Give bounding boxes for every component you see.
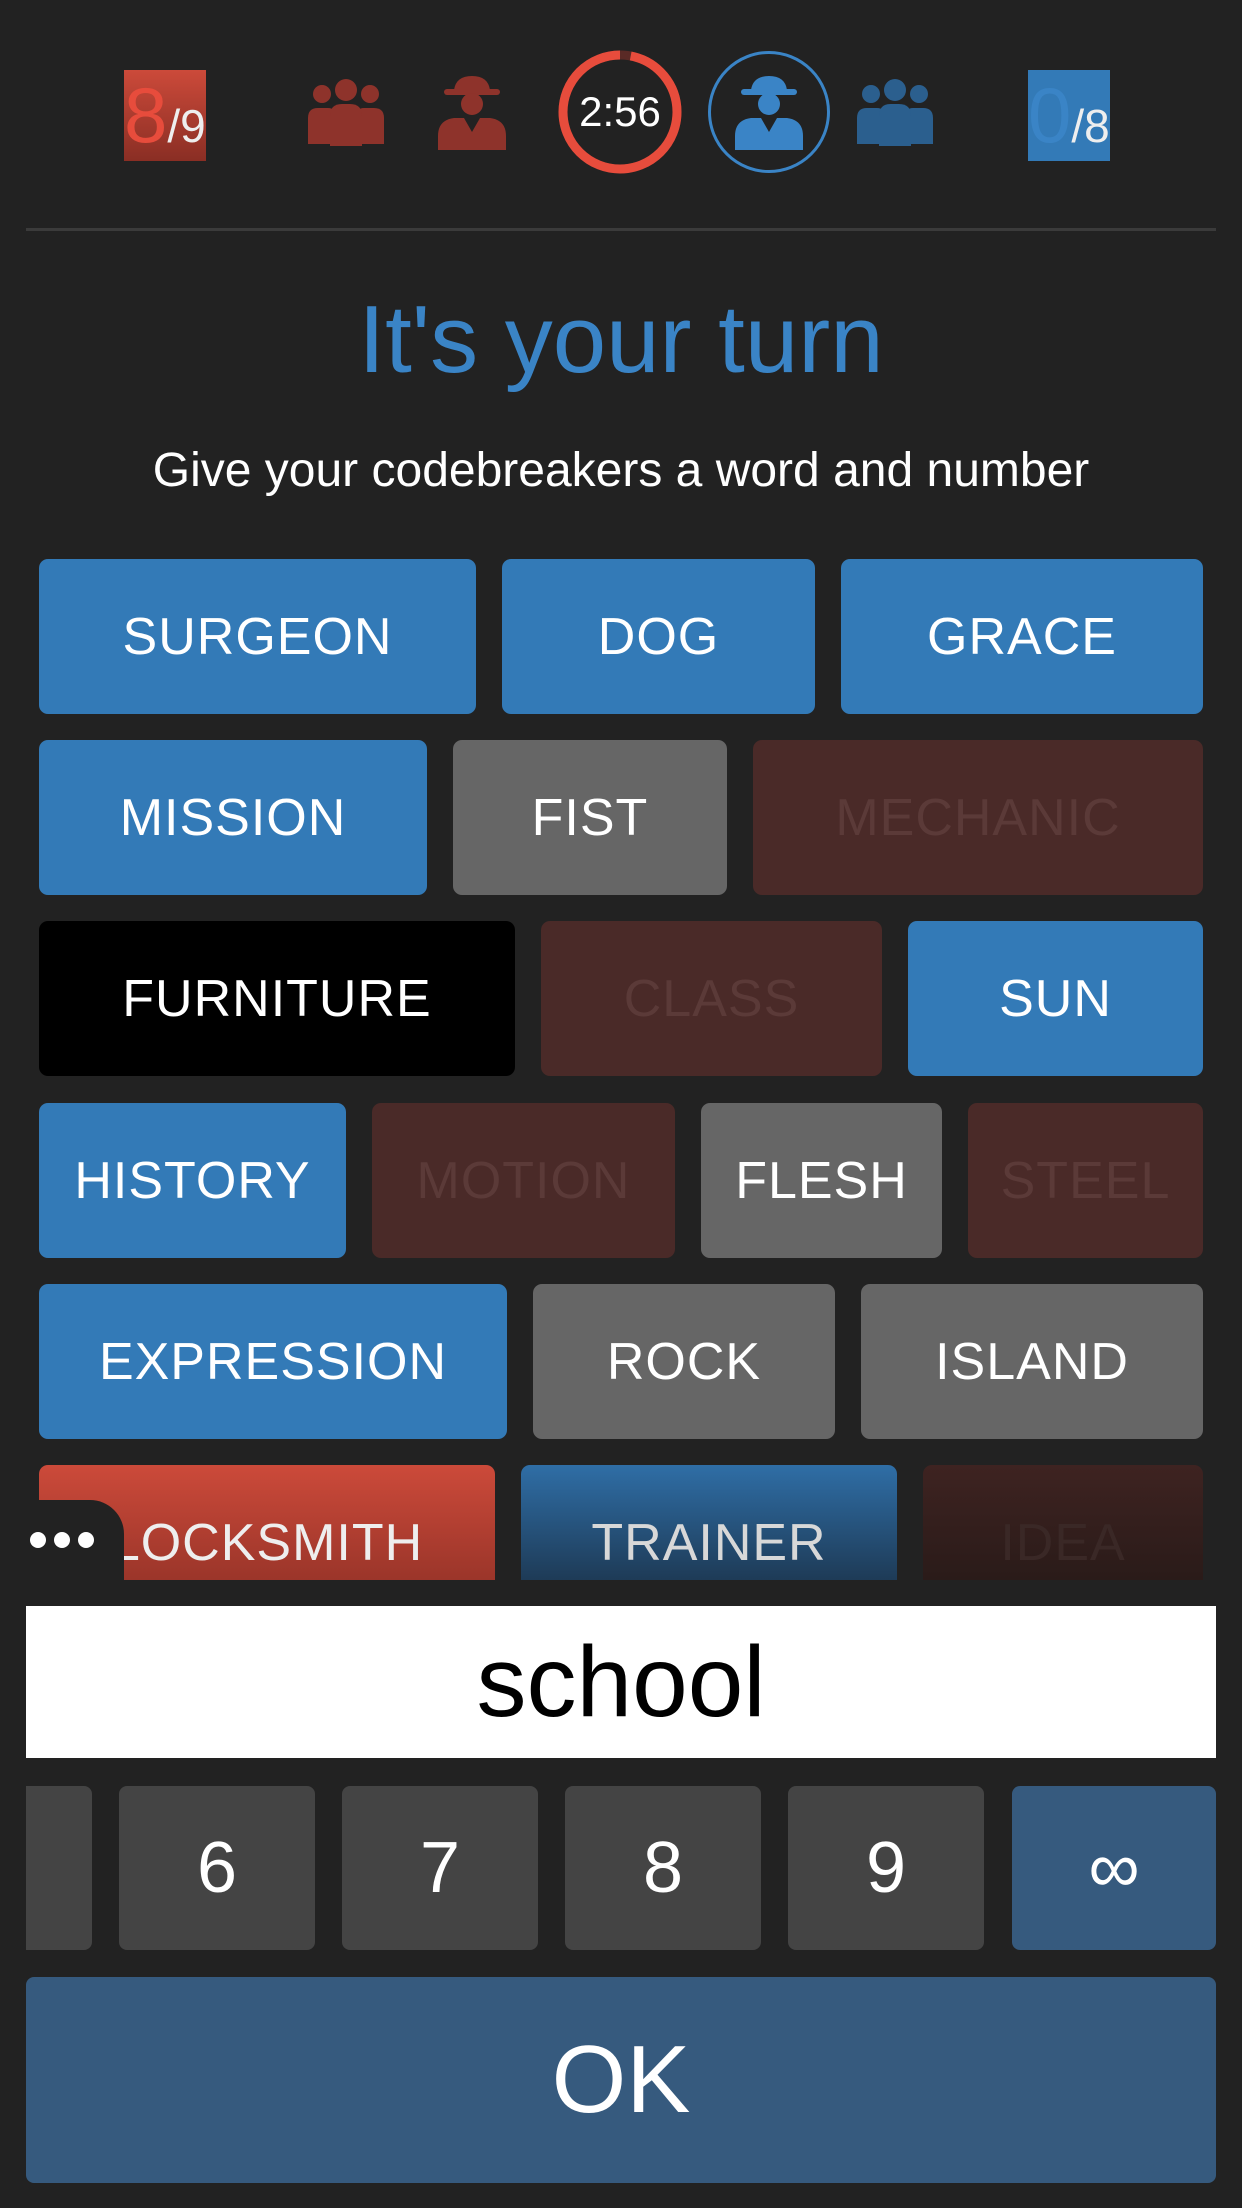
- red-score-total: /9: [167, 100, 206, 152]
- blue-score-total: /8: [1071, 100, 1110, 152]
- word-card[interactable]: SURGEON: [39, 559, 476, 714]
- ok-button[interactable]: OK: [26, 1977, 1216, 2183]
- blue-score: 0/8: [1028, 70, 1110, 161]
- number-button-partial[interactable]: [26, 1786, 92, 1950]
- word-card[interactable]: DOG: [502, 559, 815, 714]
- word-card[interactable]: HISTORY: [39, 1103, 346, 1258]
- dot-icon: [30, 1532, 46, 1548]
- dot-icon: [54, 1532, 70, 1548]
- word-card[interactable]: CLASS: [541, 921, 882, 1076]
- score-bar: 8/9 2:56 0/8: [0, 0, 1242, 230]
- number-button-6[interactable]: 6: [119, 1786, 315, 1950]
- number-button-infinity[interactable]: ∞: [1012, 1786, 1216, 1950]
- word-card[interactable]: ROCK: [533, 1284, 835, 1439]
- word-card[interactable]: FURNITURE: [39, 921, 515, 1076]
- word-card[interactable]: GRACE: [841, 559, 1203, 714]
- word-card[interactable]: MOTION: [372, 1103, 675, 1258]
- word-card[interactable]: STEEL: [968, 1103, 1203, 1258]
- red-team-icon: [308, 79, 384, 146]
- number-button-9[interactable]: 9: [788, 1786, 984, 1950]
- blue-team-icon: [857, 79, 933, 146]
- blue-spymaster-icon: [735, 76, 803, 150]
- red-score-count: 8: [124, 71, 168, 159]
- turn-title: It's your turn: [358, 286, 884, 393]
- red-spymaster-icon: [438, 76, 506, 150]
- clue-input[interactable]: [26, 1606, 1216, 1758]
- turn-subtitle: Give your codebreakers a word and number: [152, 444, 1090, 497]
- dot-icon: [78, 1532, 94, 1548]
- blue-score-count: 0: [1028, 71, 1072, 159]
- word-card[interactable]: EXPRESSION: [39, 1284, 507, 1439]
- word-card[interactable]: SUN: [908, 921, 1203, 1076]
- more-options-button[interactable]: [0, 1500, 124, 1580]
- timer-text: 2:56: [579, 88, 661, 135]
- word-card[interactable]: FIST: [453, 740, 727, 895]
- divider: [26, 228, 1216, 231]
- word-card[interactable]: MISSION: [39, 740, 427, 895]
- number-button-8[interactable]: 8: [565, 1786, 761, 1950]
- number-button-7[interactable]: 7: [342, 1786, 538, 1950]
- word-card[interactable]: MECHANIC: [753, 740, 1203, 895]
- word-card[interactable]: FLESH: [701, 1103, 942, 1258]
- red-score: 8/9: [124, 70, 206, 161]
- word-card[interactable]: ISLAND: [861, 1284, 1203, 1439]
